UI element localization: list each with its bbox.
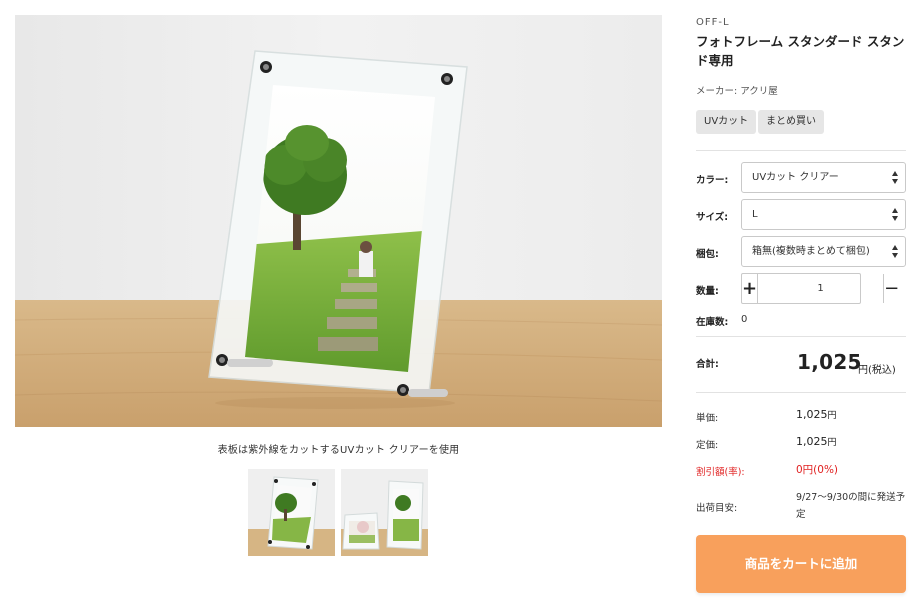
thumbnail-2[interactable] — [341, 469, 428, 556]
select-arrows-icon — [892, 245, 899, 258]
unit-price-number: 1,025 — [796, 408, 828, 421]
divider — [696, 336, 906, 337]
list-price-number: 1,025 — [796, 435, 828, 448]
product-title: フォトフレーム スタンダード スタンド専用 — [696, 34, 905, 68]
size-label: サイズ: — [696, 212, 729, 223]
list-price-yen: 円 — [827, 438, 837, 448]
tag-uv-cut[interactable]: UVカット — [696, 110, 757, 134]
total-label: 合計: — [696, 359, 719, 370]
unit-price-yen: 円 — [827, 411, 837, 421]
packing-select-value: 箱無(複数時まとめて梱包) — [752, 246, 870, 257]
product-maker: メーカー: アクリ屋 — [696, 86, 778, 97]
list-price-value: 1,025円 — [796, 435, 837, 448]
color-select-value: UVカット クリアー — [752, 172, 839, 183]
color-select[interactable]: UVカット クリアー — [741, 162, 906, 193]
select-arrows-icon — [892, 208, 899, 221]
quantity-label: 数量: — [696, 286, 719, 297]
shipping-label: 出荷目安: — [696, 503, 738, 514]
add-to-cart-button[interactable]: 商品をカートに追加 — [696, 535, 906, 593]
stock-value: 0 — [741, 314, 748, 325]
discount-value: 0円(0%) — [796, 464, 839, 476]
divider — [696, 150, 906, 151]
thumbnail-1[interactable] — [248, 469, 335, 556]
image-caption: 表板は紫外線をカットするUVカット クリアーを使用 — [217, 445, 460, 456]
color-label: カラー: — [696, 175, 729, 186]
divider — [696, 392, 906, 393]
quantity-increase-button[interactable]: + — [742, 274, 759, 303]
main-product-image[interactable] — [15, 15, 662, 427]
list-price-label: 定価: — [696, 440, 719, 451]
stock-label: 在庫数: — [696, 317, 729, 328]
unit-price-value: 1,025円 — [796, 408, 837, 421]
discount-label: 割引額(率): — [696, 467, 745, 478]
select-arrows-icon — [892, 171, 899, 184]
shipping-value: 9/27〜9/30の間に発送予定 — [796, 492, 906, 520]
quantity-input[interactable] — [758, 274, 884, 303]
tag-bulk-buy[interactable]: まとめ買い — [758, 110, 824, 134]
quantity-stepper: + − — [741, 273, 899, 304]
packing-label: 梱包: — [696, 249, 719, 260]
total-price: 1,025 — [797, 350, 862, 374]
total-unit: 円(税込) — [858, 365, 896, 376]
unit-price-label: 単価: — [696, 413, 719, 424]
quantity-decrease-button[interactable]: − — [883, 274, 899, 303]
product-sku: OFF-L — [696, 17, 730, 28]
size-select[interactable]: L — [741, 199, 906, 230]
size-select-value: L — [752, 209, 758, 220]
packing-select[interactable]: 箱無(複数時まとめて梱包) — [741, 236, 906, 267]
